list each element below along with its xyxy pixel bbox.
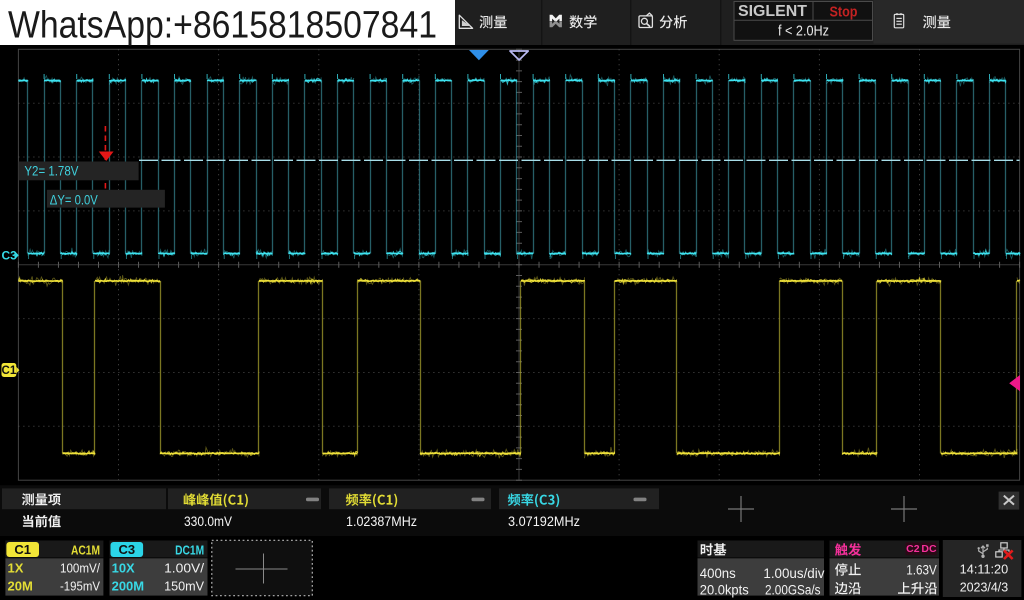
svg-text:DC: DC	[921, 543, 937, 555]
svg-text:400ns: 400ns	[700, 566, 736, 581]
svg-text:WhatsApp:+8615818507841: WhatsApp:+8615818507841	[8, 5, 437, 47]
svg-text:1.00V/: 1.00V/	[164, 560, 204, 575]
svg-text:20M: 20M	[8, 579, 33, 594]
svg-text:2023/4/3: 2023/4/3	[960, 581, 1009, 595]
svg-text:1X: 1X	[8, 560, 24, 575]
svg-text:C1: C1	[2, 365, 17, 377]
svg-text:C1: C1	[14, 542, 31, 557]
svg-text:20.0kpts: 20.0kpts	[700, 582, 749, 597]
svg-text:1.02387MHz: 1.02387MHz	[346, 513, 417, 529]
svg-text:2.00GSa/s: 2.00GSa/s	[765, 582, 821, 597]
svg-text:C3: C3	[2, 248, 18, 262]
svg-text:200M: 200M	[112, 579, 145, 594]
svg-text:Stop: Stop	[830, 3, 858, 20]
svg-text:10X: 10X	[112, 560, 135, 575]
svg-text:-195mV: -195mV	[60, 579, 100, 594]
svg-text:f < 2.0Hz: f < 2.0Hz	[778, 22, 829, 39]
svg-text:AC1M: AC1M	[71, 543, 100, 558]
svg-text:ΔY= 0.0V: ΔY= 0.0V	[50, 193, 98, 208]
svg-text:100mV/: 100mV/	[60, 560, 100, 575]
svg-text:1.63V: 1.63V	[906, 562, 937, 577]
svg-text:330.0mV: 330.0mV	[184, 513, 233, 529]
svg-text:3.07192MHz: 3.07192MHz	[508, 513, 580, 529]
svg-text:SIGLENT: SIGLENT	[738, 3, 808, 20]
svg-text:Y2= 1.78V: Y2= 1.78V	[24, 163, 78, 178]
svg-text:1.00us/div: 1.00us/div	[763, 566, 824, 581]
svg-text:C3: C3	[118, 542, 135, 557]
svg-text:14:11:20: 14:11:20	[960, 563, 1009, 577]
svg-text:150mV: 150mV	[164, 579, 204, 594]
svg-text:DC1M: DC1M	[175, 543, 204, 558]
svg-text:C2: C2	[906, 543, 920, 555]
